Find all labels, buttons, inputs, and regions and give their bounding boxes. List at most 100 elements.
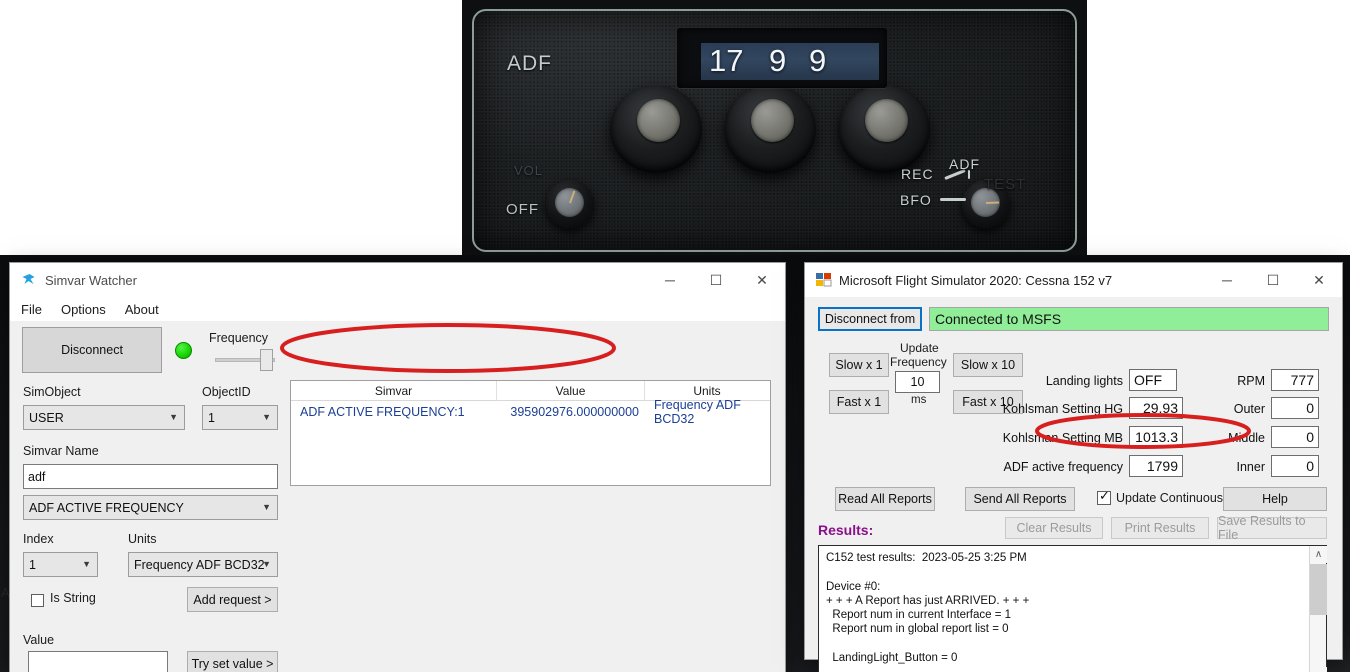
units-value: Frequency ADF BCD32	[134, 557, 265, 572]
cell-units: Frequency ADF BCD32	[654, 398, 741, 426]
results-textarea[interactable]: C152 test results: 2023-05-25 3:25 PM De…	[818, 545, 1327, 672]
knob-pointer-icon	[568, 189, 575, 203]
adf-tuning-knob-1[interactable]	[610, 85, 702, 173]
chevron-down-icon: ▼	[262, 501, 271, 512]
is-string-label: Is String	[50, 591, 96, 605]
simobject-label: SimObject	[23, 385, 81, 399]
send-all-reports-button[interactable]: Send All Reports	[965, 487, 1075, 511]
update-frequency-label-line2: Frequency	[890, 355, 947, 369]
scrollbar-thumb[interactable]	[1310, 564, 1327, 615]
update-continuously-checkbox[interactable]: ✓	[1097, 489, 1111, 505]
outer-label: Outer	[1233, 402, 1265, 416]
update-continuously-label: Update Continuously	[1116, 491, 1233, 505]
minimize-icon[interactable]: ─	[1204, 263, 1250, 297]
simvar-window-title: Simvar Watcher	[45, 272, 137, 288]
simvar-select[interactable]: ADF ACTIVE FREQUENCY ▼	[23, 495, 278, 520]
adf-active-frequency-value[interactable]: 1799	[1129, 455, 1183, 477]
landing-lights-value[interactable]: OFF	[1129, 369, 1177, 391]
scroll-up-icon[interactable]: ∧	[1310, 546, 1327, 563]
adf-digit-2: 9	[769, 43, 787, 78]
simvar-menubar: File Options About	[10, 297, 785, 321]
frequency-label: Frequency	[209, 331, 269, 345]
results-label: Results:	[818, 522, 874, 538]
column-header-value[interactable]: Value	[497, 381, 645, 401]
index-label: Index	[23, 532, 54, 546]
simvar-name-label: Simvar Name	[23, 444, 99, 458]
units-select[interactable]: Frequency ADF BCD32 ▼	[128, 552, 278, 577]
adf-volume-off-knob[interactable]	[546, 180, 594, 228]
menu-file[interactable]: File	[21, 302, 42, 317]
cell-simvar: ADF ACTIVE FREQUENCY:1	[300, 405, 465, 419]
msfs-window-controls: ─ ☐ ✕	[1204, 263, 1342, 297]
simvar-name-input[interactable]: adf	[23, 464, 278, 489]
is-string-checkbox[interactable]	[31, 594, 44, 607]
rpm-value[interactable]: 777	[1271, 369, 1319, 391]
maximize-icon[interactable]: ☐	[1250, 263, 1296, 297]
vol-label: VOL	[514, 163, 544, 178]
update-frequency-label-line1: Update	[900, 341, 939, 355]
column-header-simvar[interactable]: Simvar	[291, 381, 497, 401]
help-button[interactable]: Help	[1223, 487, 1327, 511]
simobject-select[interactable]: USER ▼	[23, 405, 185, 430]
maximize-icon[interactable]: ☐	[693, 263, 739, 297]
table-row[interactable]: ADF ACTIVE FREQUENCY:1 395902976.0000000…	[291, 398, 770, 426]
objectid-value: 1	[208, 410, 215, 425]
frequency-slider-thumb[interactable]	[260, 349, 273, 371]
save-results-to-file-button[interactable]: Save Results to File	[1217, 514, 1327, 542]
rec-label: REC	[901, 166, 934, 182]
print-results-button[interactable]: Print Results	[1111, 517, 1209, 539]
knob-cap	[751, 99, 794, 142]
knob-cap	[555, 188, 584, 217]
slow-x1-button[interactable]: Slow x 1	[829, 353, 889, 377]
kohlsman-hg-label: Kohlsman Setting HG	[1002, 402, 1123, 416]
simvar-titlebar[interactable]: Simvar Watcher ─ ☐ ✕	[10, 263, 785, 297]
inner-label: Inner	[1236, 460, 1266, 474]
results-scrollbar[interactable]: ∧ ∨	[1309, 546, 1327, 672]
disconnect-button[interactable]: Disconnect	[22, 327, 162, 373]
msfs-titlebar[interactable]: Microsoft Flight Simulator 2020: Cessna …	[805, 263, 1342, 297]
simvar-list[interactable]: Simvar Value Units ADF ACTIVE FREQUENCY:…	[290, 380, 771, 486]
objectid-label: ObjectID	[202, 385, 251, 399]
knob-cap	[637, 99, 680, 142]
adf-digit-3: 9	[809, 43, 827, 78]
adf-active-frequency-label: ADF active frequency	[1003, 460, 1124, 474]
chevron-down-icon: ▼	[262, 558, 271, 569]
index-value: 1	[29, 557, 36, 572]
value-input[interactable]	[28, 651, 168, 672]
menu-options[interactable]: Options	[61, 302, 106, 317]
bfo-tick-mark	[940, 198, 966, 201]
adf-tuning-knob-2[interactable]	[724, 85, 816, 173]
outer-value[interactable]: 0	[1271, 397, 1319, 419]
kohlsman-mb-label: Kohlsman Setting MB	[1002, 431, 1123, 445]
index-select[interactable]: 1 ▼	[23, 552, 98, 577]
close-icon[interactable]: ✕	[739, 263, 785, 297]
update-frequency-input[interactable]: 10	[895, 371, 940, 393]
simvar-watcher-window: Simvar Watcher ─ ☐ ✕ File Options About …	[10, 263, 785, 672]
close-icon[interactable]: ✕	[1296, 263, 1342, 297]
adf-panel-label: ADF	[507, 52, 552, 75]
kohlsman-hg-value[interactable]: 29.93	[1129, 397, 1183, 419]
results-text: C152 test results: 2023-05-25 3:25 PM De…	[826, 552, 1030, 665]
bird-icon	[22, 274, 35, 284]
chevron-down-icon: ▼	[262, 411, 271, 422]
menu-about[interactable]: About	[125, 302, 159, 317]
middle-value[interactable]: 0	[1271, 426, 1319, 448]
kohlsman-mb-value[interactable]: 1013.3	[1129, 426, 1183, 448]
units-label: Units	[128, 532, 157, 546]
clear-results-button[interactable]: Clear Results	[1005, 517, 1103, 539]
simobject-value: USER	[29, 410, 64, 425]
inner-value[interactable]: 0	[1271, 455, 1319, 477]
fast-x1-button[interactable]: Fast x 1	[829, 390, 889, 414]
read-all-reports-button[interactable]: Read All Reports	[835, 487, 935, 511]
add-request-button[interactable]: Add request >	[187, 587, 278, 612]
disconnect-from-button[interactable]: Disconnect from	[818, 307, 922, 331]
try-set-value-button[interactable]: Try set value >	[187, 651, 278, 672]
objectid-select[interactable]: 1 ▼	[202, 405, 278, 430]
value-label: Value	[23, 633, 55, 647]
adf-tuning-knob-3[interactable]	[838, 85, 930, 173]
minimize-icon[interactable]: ─	[647, 263, 693, 297]
knob-cap	[865, 99, 908, 142]
adf-mode-label: ADF	[949, 156, 980, 172]
msfs-window-title: Microsoft Flight Simulator 2020: Cessna …	[839, 272, 1113, 288]
scroll-down-icon[interactable]: ∨	[1310, 667, 1327, 672]
